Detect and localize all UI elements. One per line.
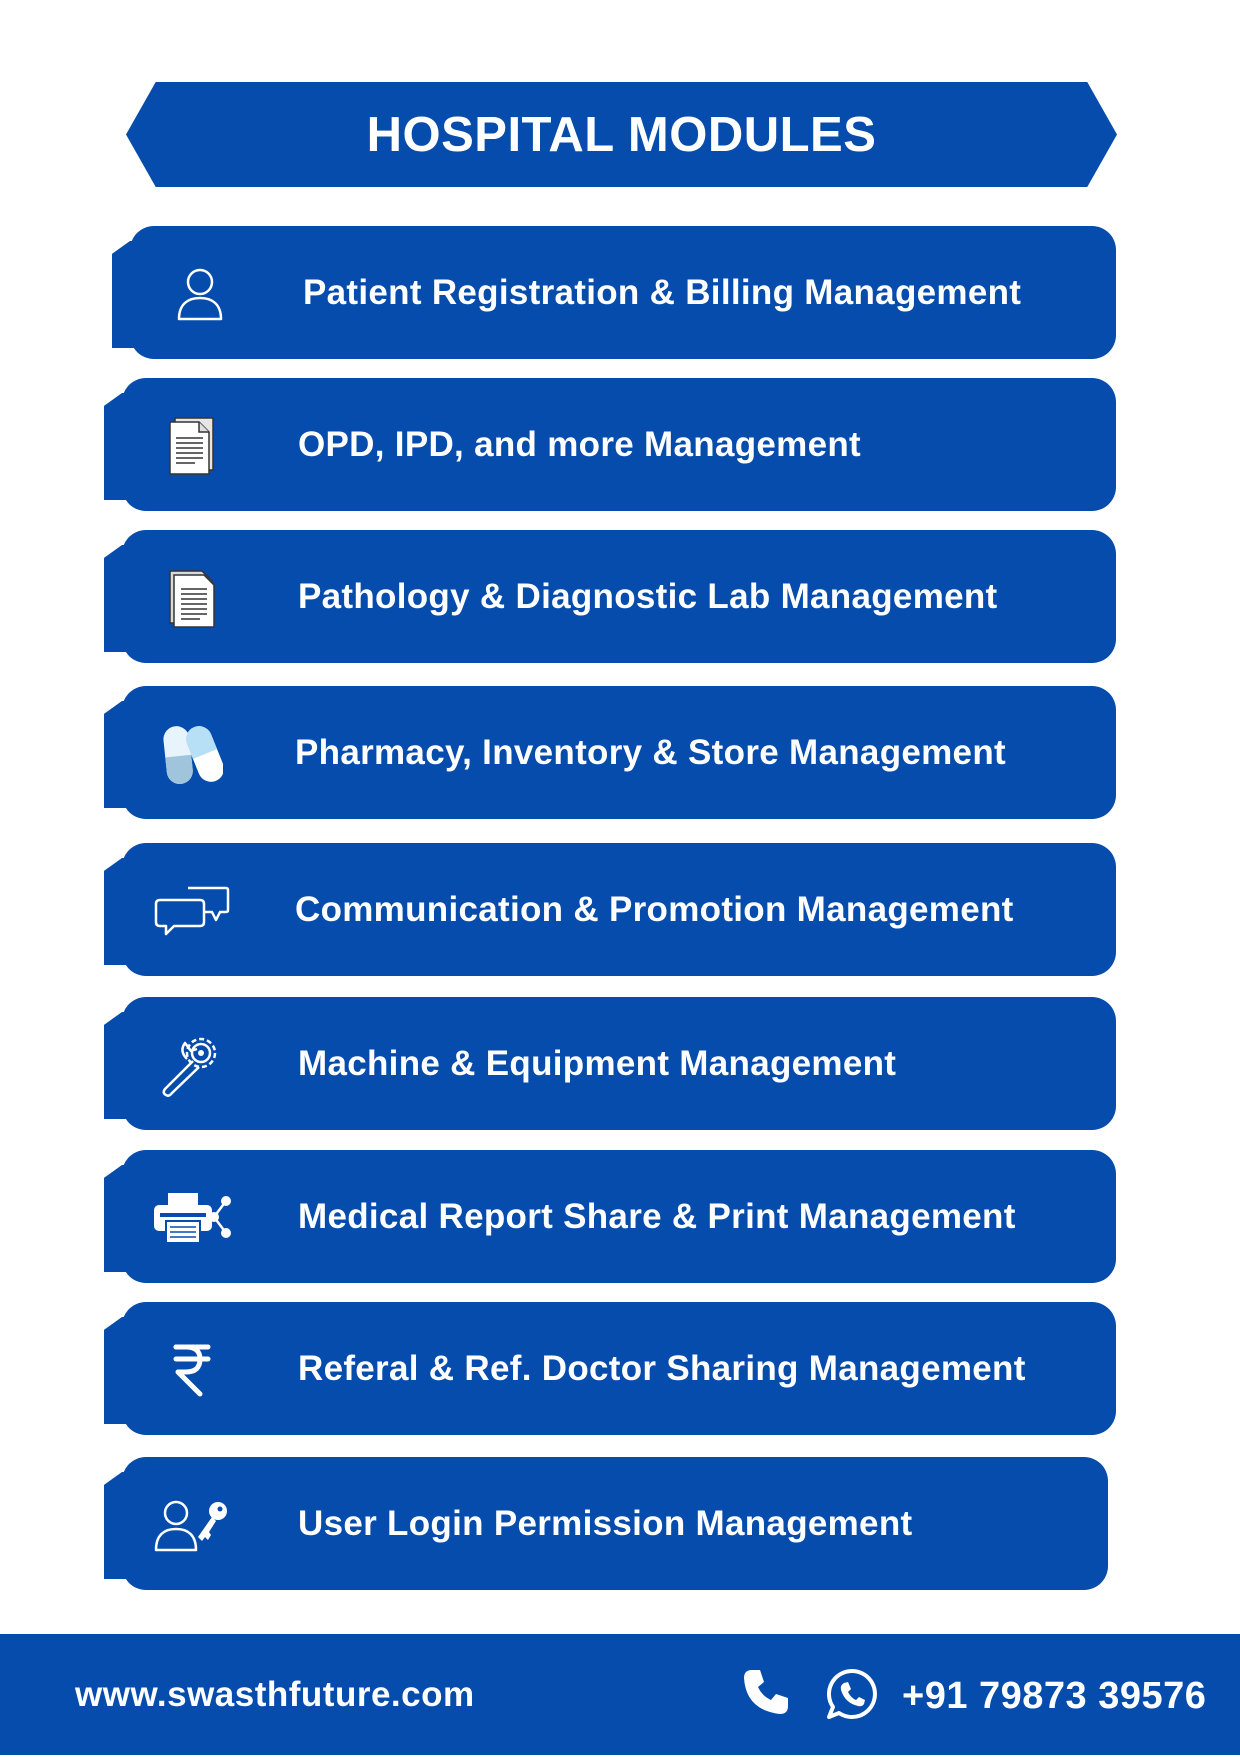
module-label: Pharmacy, Inventory & Store Management [295, 733, 1006, 772]
module-tab [104, 858, 144, 965]
contact-footer: www.swasthfuture.com +91 79873 39576 [0, 1634, 1240, 1755]
chat-bubbles-icon [152, 879, 232, 943]
user-icon [160, 262, 240, 326]
module-tab [112, 241, 152, 348]
phone-number[interactable]: +91 79873 39576 [902, 1636, 1206, 1757]
gear-wrench-icon [152, 1033, 232, 1097]
module-label: OPD, IPD, and more Management [298, 425, 861, 464]
module-patient-registration-billing: Patient Registration & Billing Managemen… [112, 226, 1116, 359]
report-icon [152, 566, 232, 630]
module-machine-equipment: Machine & Equipment Management [104, 997, 1116, 1130]
module-tab [104, 1012, 144, 1119]
module-label: User Login Permission Management [298, 1504, 913, 1543]
module-tab [104, 545, 144, 652]
module-tab [104, 1317, 144, 1424]
user-key-icon [152, 1493, 232, 1557]
page-title: HOSPITAL MODULES [366, 107, 877, 162]
printer-share-icon [152, 1186, 232, 1250]
module-pharmacy-inventory: Pharmacy, Inventory & Store Management [104, 686, 1116, 819]
website-link[interactable]: www.swasthfuture.com [75, 1634, 475, 1755]
module-pathology-lab: Pathology & Diagnostic Lab Management [104, 530, 1116, 663]
capsule-icon [152, 722, 232, 786]
document-icon [152, 414, 232, 478]
rupee-icon [152, 1338, 232, 1402]
module-label: Communication & Promotion Management [295, 890, 1014, 929]
module-label: Pathology & Diagnostic Lab Management [298, 577, 998, 616]
module-opd-ipd: OPD, IPD, and more Management [104, 378, 1116, 511]
title-banner: HOSPITAL MODULES [126, 82, 1117, 187]
module-label: Patient Registration & Billing Managemen… [303, 273, 1022, 312]
whatsapp-icon[interactable] [826, 1668, 878, 1725]
module-communication-promotion: Communication & Promotion Management [104, 843, 1116, 976]
module-tab [104, 1472, 144, 1579]
module-tab [104, 393, 144, 500]
module-label: Referal & Ref. Doctor Sharing Management [298, 1349, 1026, 1388]
module-tab [104, 701, 144, 808]
module-label: Medical Report Share & Print Management [298, 1197, 1016, 1236]
phone-icon[interactable] [742, 1668, 790, 1721]
module-tab [104, 1165, 144, 1272]
module-label: Machine & Equipment Management [298, 1044, 897, 1083]
module-referal-doctor-sharing: Referal & Ref. Doctor Sharing Management [104, 1302, 1116, 1435]
module-medical-report-share-print: Medical Report Share & Print Management [104, 1150, 1116, 1283]
module-user-login-permission: User Login Permission Management [104, 1457, 1108, 1590]
